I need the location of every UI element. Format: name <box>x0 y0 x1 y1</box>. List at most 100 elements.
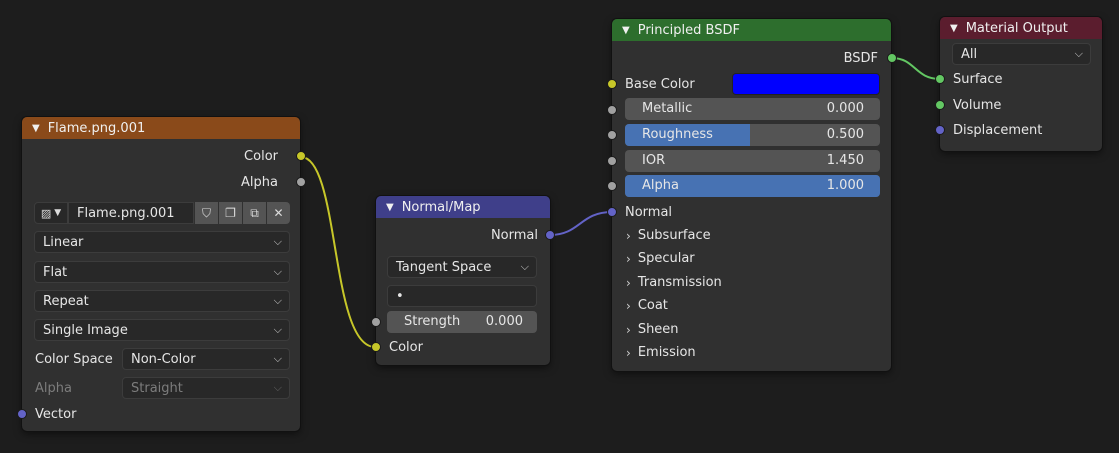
fake-user-button[interactable]: ⛉ <box>194 202 218 224</box>
image-browse-button[interactable]: ▨ ▼ <box>34 202 68 224</box>
roughness-slider[interactable]: Roughness 0.500 <box>625 124 880 146</box>
output-normal-label: Normal <box>490 227 538 243</box>
extension-dropdown[interactable]: Repeat ⌵ <box>34 290 290 312</box>
roughness-label: Roughness <box>642 127 713 142</box>
input-metallic-socket[interactable] <box>607 105 617 115</box>
source-dropdown[interactable]: Single Image ⌵ <box>34 319 290 341</box>
volume-label: Volume <box>953 98 1002 113</box>
node-header[interactable]: ▼ Flame.png.001 <box>22 117 300 139</box>
base-color-swatch[interactable] <box>732 73 880 95</box>
color-space-label: Color Space <box>35 352 113 367</box>
node-title: Material Output <box>965 20 1068 36</box>
duplicate-icon: ❐ <box>225 206 236 220</box>
roughness-value: 0.500 <box>826 127 864 142</box>
strength-label: Strength <box>404 314 461 329</box>
node-header[interactable]: ▼ Normal/Map <box>376 196 550 218</box>
input-vector-socket[interactable] <box>17 409 27 419</box>
chevron-down-icon: ▼ <box>54 208 62 218</box>
output-normal-row: Normal <box>376 224 550 246</box>
node-title: Normal/Map <box>401 199 481 215</box>
chevron-down-icon[interactable]: ▼ <box>32 123 40 134</box>
chevron-down-icon: ⌵ <box>273 265 282 278</box>
panel-specular[interactable]: › Specular <box>626 251 695 266</box>
input-color-socket[interactable] <box>371 342 381 352</box>
chevron-down-icon[interactable]: ▼ <box>386 202 394 213</box>
output-bsdf-label: BSDF <box>843 50 878 66</box>
extension-value: Repeat <box>43 293 89 309</box>
chevron-down-icon: ⌵ <box>273 235 282 248</box>
output-color-label: Color <box>244 148 278 164</box>
normal-map-node[interactable]: ▼ Normal/Map Normal Tangent Space ⌵ • St… <box>371 196 555 365</box>
output-alpha-row: Alpha <box>22 171 300 193</box>
strength-slider[interactable]: Strength 0.000 <box>387 311 537 333</box>
uv-map-field[interactable]: • <box>387 285 537 307</box>
image-texture-node[interactable]: ▼ Flame.png.001 Color Alpha ▨ ▼ Flame.png… <box>17 117 306 431</box>
alpha-mode-value: Straight <box>131 380 183 396</box>
metallic-slider[interactable]: Metallic 0.000 <box>625 98 880 120</box>
node-title: Flame.png.001 <box>47 120 146 136</box>
chevron-down-icon[interactable]: ▼ <box>950 23 958 34</box>
node-header[interactable]: ▼ Principled BSDF <box>612 19 891 41</box>
panel-label: Coat <box>637 298 668 313</box>
input-alpha-socket[interactable] <box>607 181 617 191</box>
output-color-socket[interactable] <box>296 151 306 161</box>
base-color-label: Base Color <box>625 77 695 92</box>
panel-sheen[interactable]: › Sheen <box>626 322 679 337</box>
duplicate-button[interactable]: ❐ <box>218 202 242 224</box>
image-name-field[interactable]: Flame.png.001 <box>68 202 194 224</box>
panel-transmission[interactable]: › Transmission <box>626 275 722 290</box>
chevron-right-icon: › <box>626 298 631 313</box>
input-normal-socket[interactable] <box>607 207 617 217</box>
projection-dropdown[interactable]: Flat ⌵ <box>34 261 290 283</box>
panel-emission[interactable]: › Emission <box>626 345 696 360</box>
node-title: Principled BSDF <box>637 22 740 38</box>
chevron-down-icon[interactable]: ▼ <box>622 25 630 36</box>
chevron-right-icon: › <box>626 251 631 266</box>
ior-label: IOR <box>642 153 666 168</box>
folder-stack-icon: ⧉ <box>250 205 259 220</box>
close-icon: ✕ <box>273 206 284 220</box>
chevron-down-icon: ⌵ <box>273 352 282 365</box>
projection-value: Flat <box>43 264 68 280</box>
alpha-slider[interactable]: Alpha 1.000 <box>625 175 880 197</box>
node-header[interactable]: ▼ Material Output <box>940 17 1102 39</box>
panel-label: Subsurface <box>637 228 711 243</box>
chevron-down-icon: ⌵ <box>520 260 529 273</box>
target-dropdown[interactable]: All ⌵ <box>952 43 1091 65</box>
input-surface-socket[interactable] <box>935 74 945 84</box>
ior-field[interactable]: IOR 1.450 <box>625 150 880 172</box>
output-color-row: Color <box>22 145 300 167</box>
input-color-label: Color <box>389 340 423 355</box>
alpha-mode-dropdown: Straight ⌵ <box>122 377 290 399</box>
output-normal-socket[interactable] <box>545 230 555 240</box>
image-name-text: Flame.png.001 <box>77 205 175 221</box>
input-ior-socket[interactable] <box>607 156 617 166</box>
chevron-down-icon: ⌵ <box>273 381 282 394</box>
principled-bsdf-node[interactable]: ▼ Principled BSDF BSDF Base Color Metall… <box>607 19 897 371</box>
output-bsdf-row: BSDF <box>612 47 891 69</box>
panel-subsurface[interactable]: › Subsurface <box>626 228 711 243</box>
color-space-dropdown[interactable]: Non-Color ⌵ <box>122 348 290 370</box>
chevron-right-icon: › <box>626 322 631 337</box>
input-roughness-socket[interactable] <box>607 130 617 140</box>
ior-value: 1.450 <box>826 153 864 168</box>
input-base-color-socket[interactable] <box>607 79 617 89</box>
material-output-node[interactable]: ▼ Material Output All ⌵ Surface Volume D… <box>935 17 1102 151</box>
output-alpha-socket[interactable] <box>296 177 306 187</box>
output-alpha-label: Alpha <box>241 174 278 190</box>
source-value: Single Image <box>43 322 128 338</box>
open-button[interactable]: ⧉ <box>242 202 266 224</box>
input-volume-socket[interactable] <box>935 100 945 110</box>
unlink-button[interactable]: ✕ <box>266 202 290 224</box>
normal-label: Normal <box>625 205 673 220</box>
space-dropdown[interactable]: Tangent Space ⌵ <box>387 256 537 278</box>
input-displacement-socket[interactable] <box>935 125 945 135</box>
input-strength-socket[interactable] <box>371 317 381 327</box>
link-bsdf-to-output-surface <box>891 57 941 80</box>
input-vector-label: Vector <box>35 407 77 422</box>
strength-value: 0.000 <box>485 314 523 329</box>
alpha-value: 1.000 <box>826 178 864 193</box>
panel-coat[interactable]: › Coat <box>626 298 668 313</box>
output-bsdf-socket[interactable] <box>887 53 897 63</box>
interpolation-dropdown[interactable]: Linear ⌵ <box>34 231 290 253</box>
